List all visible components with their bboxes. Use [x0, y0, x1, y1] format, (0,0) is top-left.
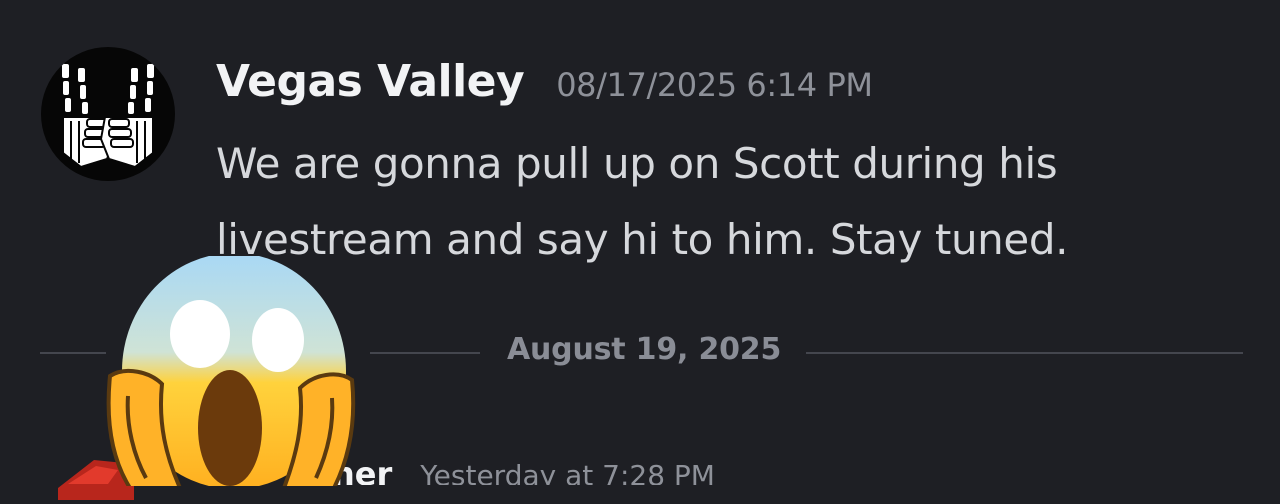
screaming-face-icon — [106, 253, 356, 490]
divider-line-left — [40, 352, 106, 354]
message-timestamp: 08/17/2025 6:14 PM — [556, 66, 873, 104]
screaming-face-emoji — [106, 253, 356, 490]
skeleton-hands-w-icon — [60, 62, 156, 169]
divider-line-right — [806, 352, 1243, 354]
divider-date-label: August 19, 2025 — [507, 332, 782, 367]
next-message-header: …ner Yesterday at 7:28 PM — [300, 455, 715, 485]
message-header: Vegas Valley 08/17/2025 6:14 PM — [216, 56, 873, 118]
author-name[interactable]: Vegas Valley — [216, 56, 525, 107]
next-message-timestamp: Yesterday at 7:28 PM — [420, 459, 715, 485]
author-avatar[interactable] — [41, 47, 175, 181]
divider-line-mid — [370, 352, 480, 354]
message-text: We are gonna pull up on Scott during his… — [216, 139, 1069, 264]
